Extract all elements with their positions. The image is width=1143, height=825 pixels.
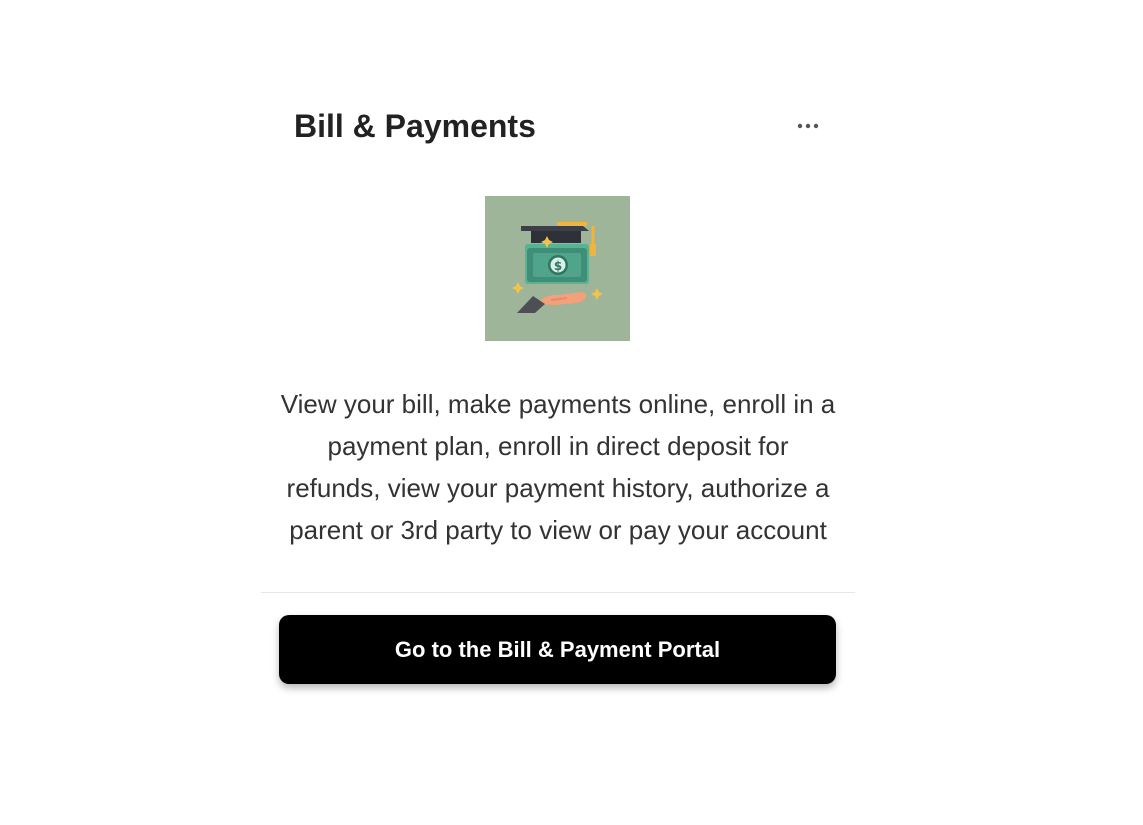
divider xyxy=(261,592,855,593)
bill-payments-card: Bill & Payments $ View your bill, make p… xyxy=(261,95,855,695)
go-to-portal-button[interactable]: Go to the Bill & Payment Portal xyxy=(279,615,836,684)
card-title: Bill & Payments xyxy=(294,108,536,144)
svg-text:$: $ xyxy=(554,259,562,273)
more-horizontal-icon xyxy=(797,123,819,129)
tuition-payment-icon: $ xyxy=(485,196,630,341)
more-options-button[interactable] xyxy=(791,113,825,139)
card-description: View your bill, make payments online, en… xyxy=(280,389,836,545)
